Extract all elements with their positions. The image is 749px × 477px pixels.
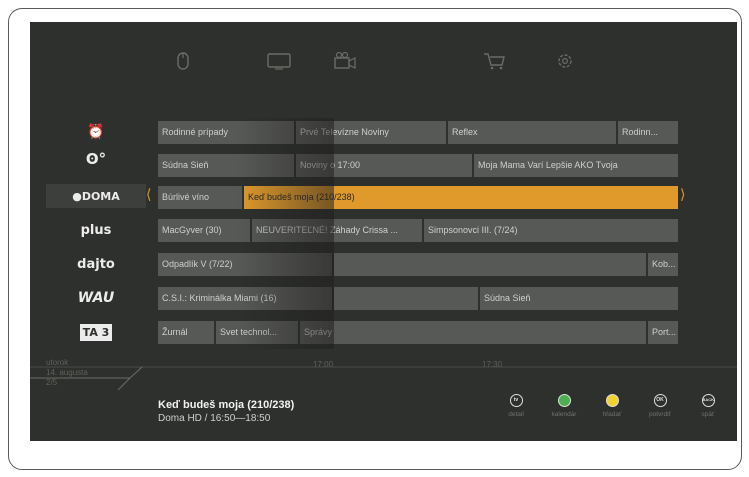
search-button-label: hľadať: [602, 411, 622, 418]
confirm-button-label: potvrdiť: [649, 411, 671, 418]
search-button[interactable]: hľadať: [588, 394, 636, 418]
tv-button-icon: tv: [509, 394, 523, 407]
detail-button[interactable]: tv detail: [492, 394, 540, 418]
selected-program-title: Keď budeš moja (210/238): [158, 399, 295, 411]
back-button-icon: BACK: [701, 394, 715, 407]
confirm-button[interactable]: OK potvrdiť: [636, 394, 684, 418]
calendar-button[interactable]: kalendár: [540, 394, 588, 418]
selected-program-details: Doma HD / 16:50—18:50: [158, 413, 271, 424]
calendar-button-label: kalendár: [551, 411, 577, 418]
yellow-button-icon: [605, 394, 619, 407]
tv-screen: ⏰ ʘ° ●DOMA plus dajto WAU TA 3 Rodinné p…: [30, 22, 737, 441]
back-button-label: späť: [701, 411, 715, 418]
green-button-icon: [557, 394, 571, 407]
info-divider: [30, 366, 737, 391]
back-button[interactable]: BACK späť: [684, 394, 732, 418]
ok-button-icon: OK: [653, 394, 667, 407]
detail-button-label: detail: [508, 411, 524, 418]
